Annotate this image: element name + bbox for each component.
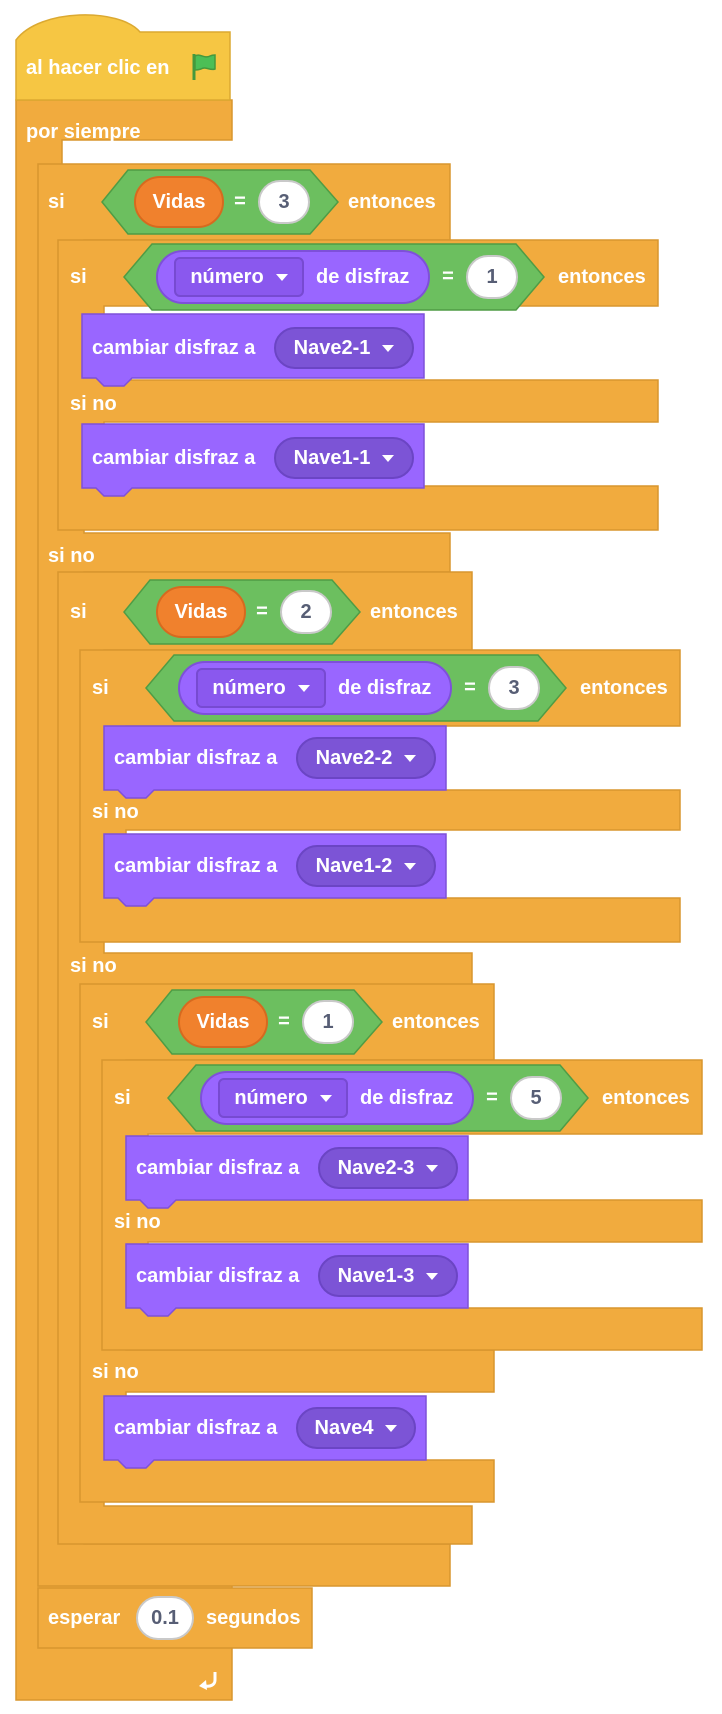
if-label: si — [114, 1087, 131, 1109]
switch-costume-label: cambiar disfraz a — [114, 1417, 278, 1439]
reporter-suffix: de disfraz — [360, 1087, 454, 1109]
costume-dropdown[interactable]: Nave2-2 — [296, 737, 436, 779]
equals-sign: = — [256, 600, 268, 623]
variable-lives[interactable]: Vidas — [134, 176, 224, 228]
dropdown-value: Nave2-1 — [293, 336, 371, 359]
equals-sign: = — [486, 1086, 498, 1109]
else-label: si no — [92, 1361, 139, 1383]
costume-dropdown[interactable]: Nave2-3 — [318, 1147, 458, 1189]
if-label: si — [92, 1011, 109, 1033]
costume-option-dropdown[interactable]: número — [196, 668, 326, 708]
dropdown-value: Nave1-1 — [293, 446, 371, 469]
then-label: entonces — [602, 1087, 690, 1109]
equals-sign: = — [442, 265, 454, 288]
costume-option-dropdown[interactable]: número — [174, 257, 304, 297]
costume-dropdown[interactable]: Nave2-1 — [274, 327, 414, 369]
dropdown-value: número — [190, 265, 264, 288]
green-flag-icon[interactable] — [190, 52, 218, 82]
reporter-suffix: de disfraz — [316, 266, 410, 288]
costume-dropdown[interactable]: Nave4 — [296, 1407, 416, 1449]
dropdown-value: Nave4 — [314, 1416, 374, 1439]
else-label: si no — [114, 1211, 161, 1233]
forever-label: por siempre — [26, 121, 141, 143]
dropdown-value: Nave2-2 — [315, 746, 393, 769]
chevron-down-icon — [382, 344, 395, 352]
variable-lives[interactable]: Vidas — [178, 996, 268, 1048]
then-label: entonces — [580, 677, 668, 699]
costume-dropdown[interactable]: Nave1-1 — [274, 437, 414, 479]
if-label: si — [70, 601, 87, 623]
dropdown-value: Nave1-2 — [315, 854, 393, 877]
switch-costume-label: cambiar disfraz a — [92, 447, 256, 469]
else-label: si no — [92, 801, 139, 823]
costume-dropdown[interactable]: Nave1-3 — [318, 1255, 458, 1297]
chevron-down-icon — [275, 273, 288, 281]
reporter-suffix: de disfraz — [338, 677, 432, 699]
if-label: si — [48, 191, 65, 213]
chevron-down-icon — [319, 1094, 332, 1102]
then-label: entonces — [558, 266, 646, 288]
value-input[interactable]: 5 — [510, 1076, 562, 1120]
dropdown-value: número — [234, 1086, 308, 1109]
dropdown-value: Nave2-3 — [337, 1156, 415, 1179]
chevron-down-icon — [404, 754, 417, 762]
switch-costume-label: cambiar disfraz a — [114, 747, 278, 769]
equals-sign: = — [464, 676, 476, 699]
costume-option-dropdown[interactable]: número — [218, 1078, 348, 1118]
value-input[interactable]: 3 — [488, 666, 540, 710]
switch-costume-label: cambiar disfraz a — [114, 855, 278, 877]
chevron-down-icon — [382, 454, 395, 462]
then-label: entonces — [348, 191, 436, 213]
chevron-down-icon — [385, 1424, 398, 1432]
value-input[interactable]: 2 — [280, 590, 332, 634]
dropdown-value: Nave1-3 — [337, 1264, 415, 1287]
script-canvas: al hacer clic en por siempre si Vidas = … — [0, 0, 722, 1714]
chevron-down-icon — [297, 684, 310, 692]
else-label: si no — [70, 955, 117, 977]
switch-costume-label: cambiar disfraz a — [136, 1265, 300, 1287]
value-input[interactable]: 1 — [466, 255, 518, 299]
equals-sign: = — [234, 190, 246, 213]
wait-unit-label: segundos — [206, 1607, 301, 1629]
hat-label: al hacer clic en — [26, 57, 170, 79]
equals-sign: = — [278, 1010, 290, 1033]
else-label: si no — [70, 393, 117, 415]
if-label: si — [92, 677, 109, 699]
costume-dropdown[interactable]: Nave1-2 — [296, 845, 436, 887]
value-input[interactable]: 1 — [302, 1000, 354, 1044]
switch-costume-label: cambiar disfraz a — [136, 1157, 300, 1179]
then-label: entonces — [392, 1011, 480, 1033]
wait-seconds-input[interactable]: 0.1 — [136, 1596, 194, 1640]
chevron-down-icon — [426, 1164, 439, 1172]
then-label: entonces — [370, 601, 458, 623]
chevron-down-icon — [404, 862, 417, 870]
value-input[interactable]: 3 — [258, 180, 310, 224]
variable-lives[interactable]: Vidas — [156, 586, 246, 638]
dropdown-value: número — [212, 676, 286, 699]
else-label: si no — [48, 545, 95, 567]
loop-arrow-icon — [199, 1672, 217, 1690]
switch-costume-label: cambiar disfraz a — [92, 337, 256, 359]
if-label: si — [70, 266, 87, 288]
chevron-down-icon — [426, 1272, 439, 1280]
wait-label: esperar — [48, 1607, 121, 1629]
